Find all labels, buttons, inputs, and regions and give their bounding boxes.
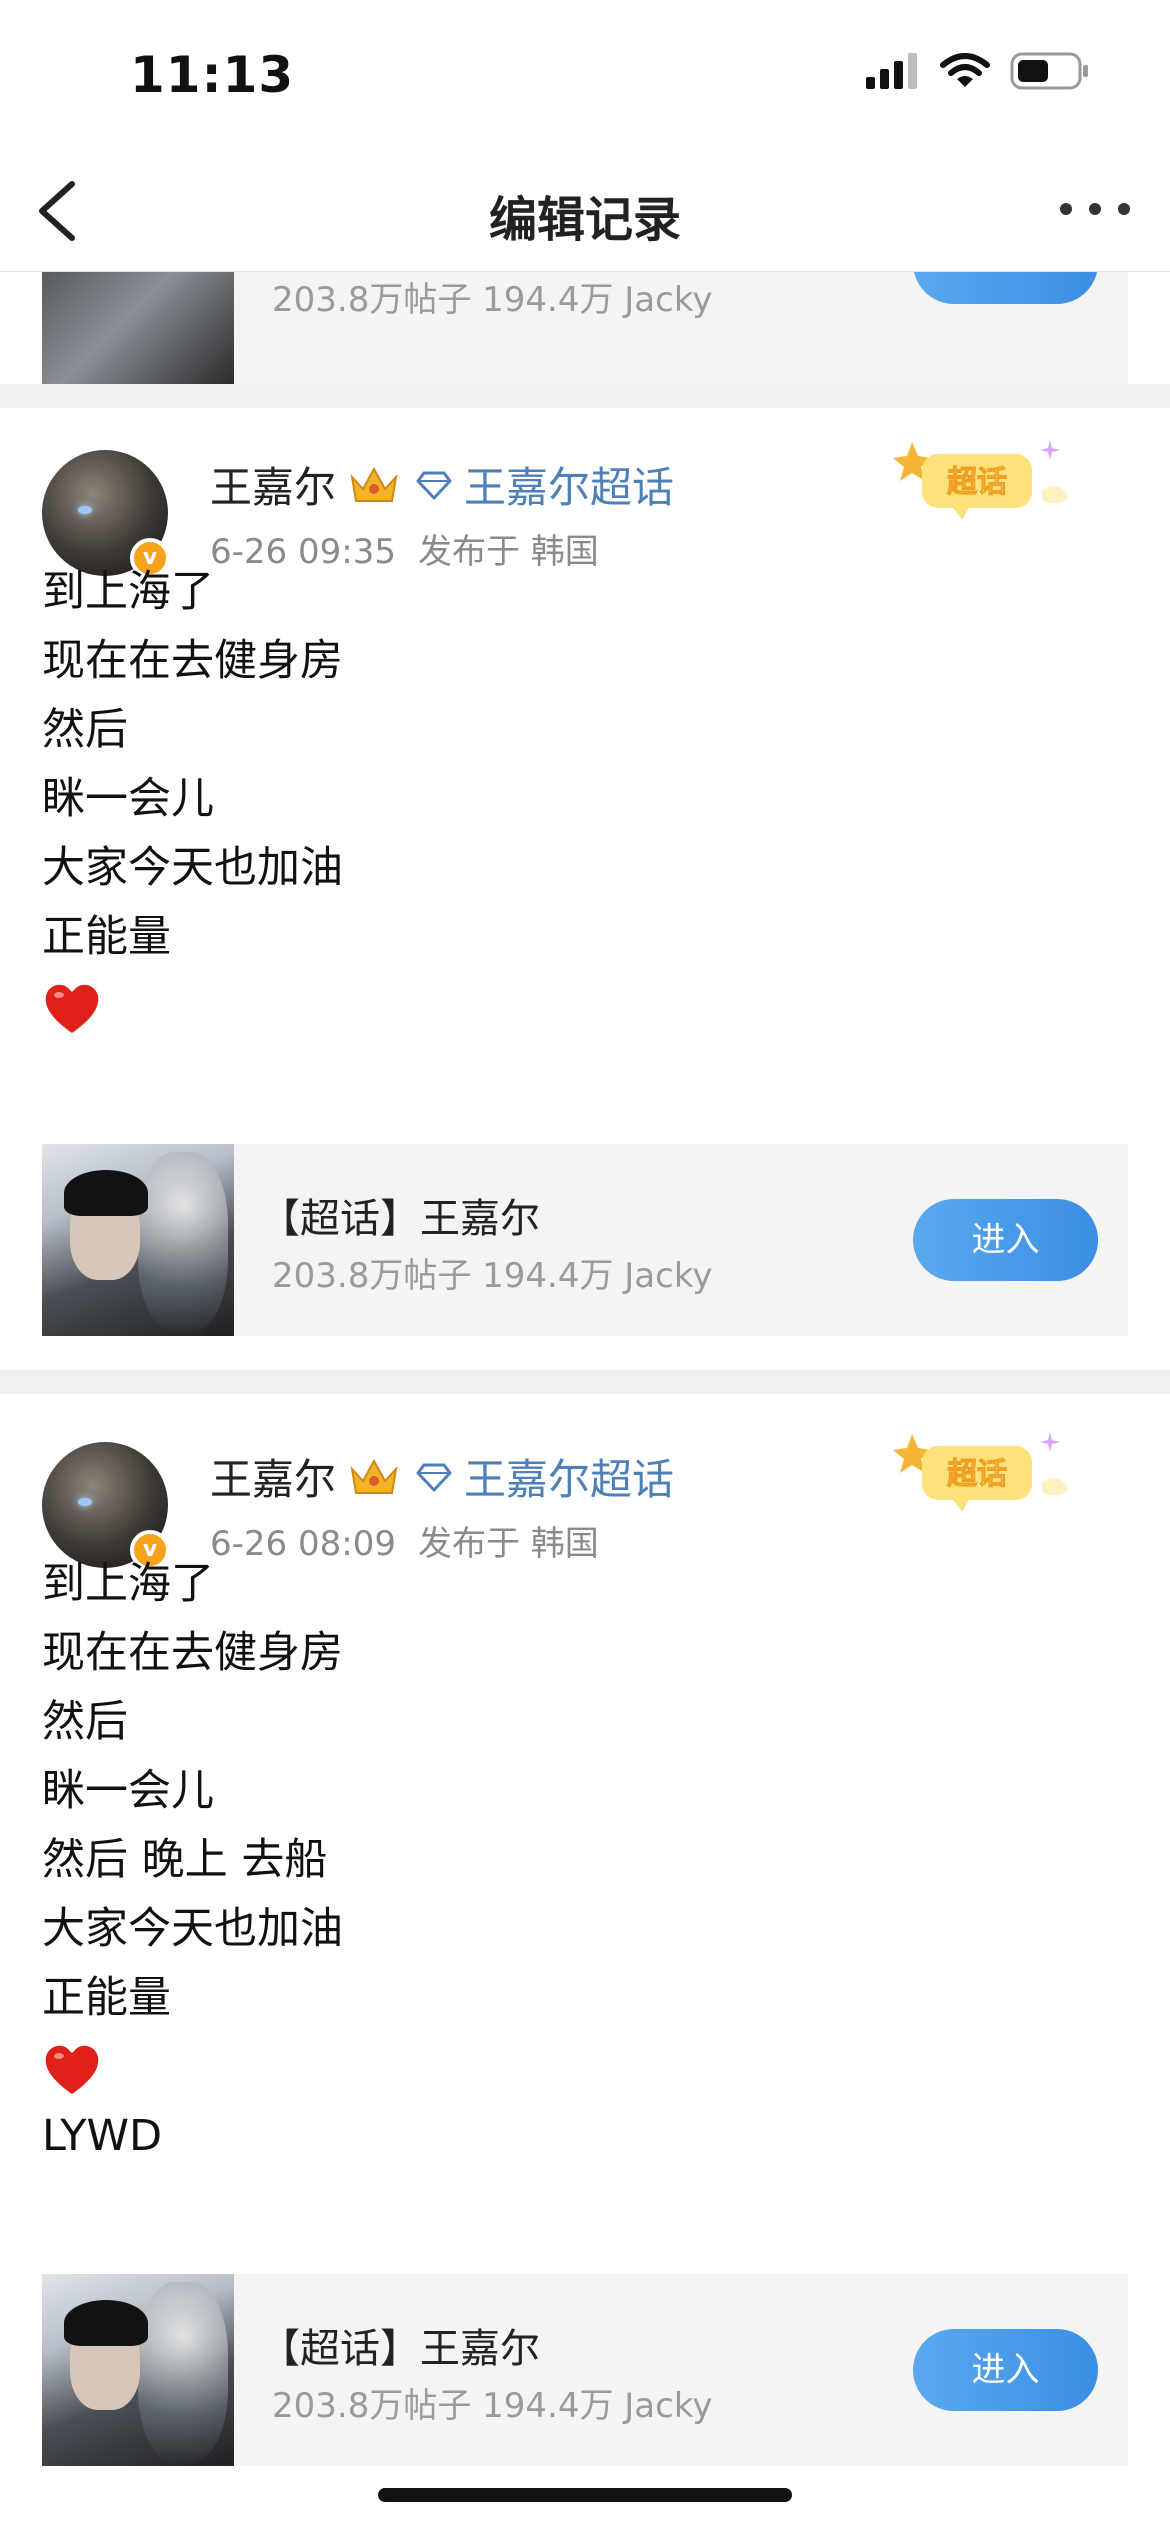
- author-name[interactable]: 王嘉尔: [210, 454, 336, 515]
- post-line: LYWD: [42, 2111, 163, 2161]
- post-line: 然后: [42, 1697, 128, 1747]
- crown-icon: [350, 466, 398, 502]
- status-time: 11:13: [130, 46, 295, 104]
- post-line: 正能量: [42, 912, 171, 962]
- topic-stats: 203.8万帖子 194.4万 Jacky: [272, 1256, 713, 1296]
- heart-icon: [45, 2045, 99, 2094]
- page-title: 编辑记录: [488, 192, 681, 248]
- enter-button[interactable]: 进入: [913, 2329, 1098, 2411]
- battery-icon: [1010, 52, 1088, 90]
- topic-thumbnail: [42, 1144, 234, 1336]
- enter-button[interactable]: 进入: [913, 1199, 1098, 1281]
- post-line: 现在在去健身房: [42, 1628, 343, 1678]
- topic-card[interactable]: 【超话】王嘉尔 203.8万帖子 194.4万 Jacky 进入: [42, 2274, 1128, 2466]
- topic-link[interactable]: 王嘉尔超话: [464, 454, 674, 515]
- crown-icon: [350, 1458, 398, 1494]
- signal-icon: [866, 53, 917, 89]
- chaohua-badge-label: 超话: [947, 465, 1007, 500]
- post-location: 发布于 韩国: [417, 1524, 599, 1564]
- heart-icon: [45, 984, 99, 1033]
- post-line: 大家今天也加油: [42, 1904, 343, 1954]
- topic-name: 【超话】王嘉尔: [260, 2326, 540, 2372]
- post-line: 到上海了: [42, 567, 214, 617]
- post-body: 到上海了 现在在去健身房 然后 眯一会儿 大家今天也加油 正能量: [42, 558, 343, 1041]
- status-bar: 11:13: [0, 0, 1170, 150]
- topic-stats: 203.8万帖子 194.4万 Jacky: [272, 280, 713, 320]
- post-line: 大家今天也加油: [42, 843, 343, 893]
- topic-link[interactable]: 王嘉尔超话: [464, 1446, 674, 1507]
- nav-bar: 编辑记录: [0, 150, 1170, 272]
- post-body: 到上海了 现在在去健身房 然后 眯一会儿 然后 晚上 去船 大家今天也加油 正能…: [42, 1550, 343, 2171]
- divider: [0, 384, 1170, 408]
- post-line: 然后 晚上 去船: [42, 1835, 328, 1885]
- post-line: 眯一会儿: [42, 774, 214, 824]
- chaohua-badge-icon[interactable]: 超话: [892, 1428, 1072, 1514]
- topic-thumbnail: [42, 2274, 234, 2466]
- chaohua-badge-label: 超话: [947, 1457, 1007, 1492]
- diamond-icon: [416, 1463, 452, 1491]
- topic-name: 【超话】王嘉尔: [260, 1196, 540, 1242]
- home-indicator[interactable]: [378, 2488, 792, 2502]
- post-location: 发布于 韩国: [417, 532, 599, 572]
- topic-stats: 203.8万帖子 194.4万 Jacky: [272, 2386, 713, 2426]
- chaohua-badge-icon[interactable]: 超话: [892, 436, 1072, 522]
- divider: [0, 1370, 1170, 1394]
- wifi-icon: [940, 53, 990, 87]
- author-name[interactable]: 王嘉尔: [210, 1446, 336, 1507]
- diamond-icon: [416, 471, 452, 499]
- post-line: 眯一会儿: [42, 1766, 214, 1816]
- more-icon[interactable]: [1060, 194, 1130, 224]
- enter-button[interactable]: [913, 272, 1098, 304]
- partial-topic-card: 203.8万帖子 194.4万 Jacky: [0, 272, 1170, 384]
- topic-card[interactable]: 【超话】王嘉尔 203.8万帖子 194.4万 Jacky 进入: [42, 1144, 1128, 1336]
- post-card: v 王嘉尔 王嘉尔超话 6-26 08:09 发布于 韩国 超话 到上海了 现在在…: [0, 1394, 1170, 2532]
- post-card: v 王嘉尔 王嘉尔超话 6-26 09:35 发布于 韩国 超话 到上海了 现在在…: [0, 408, 1170, 1370]
- status-icons: [864, 52, 1090, 90]
- post-line: 到上海了: [42, 1559, 214, 1609]
- post-line: 正能量: [42, 1973, 171, 2023]
- post-line: 然后: [42, 705, 128, 755]
- post-line: 现在在去健身房: [42, 636, 343, 686]
- topic-thumbnail: [42, 272, 234, 384]
